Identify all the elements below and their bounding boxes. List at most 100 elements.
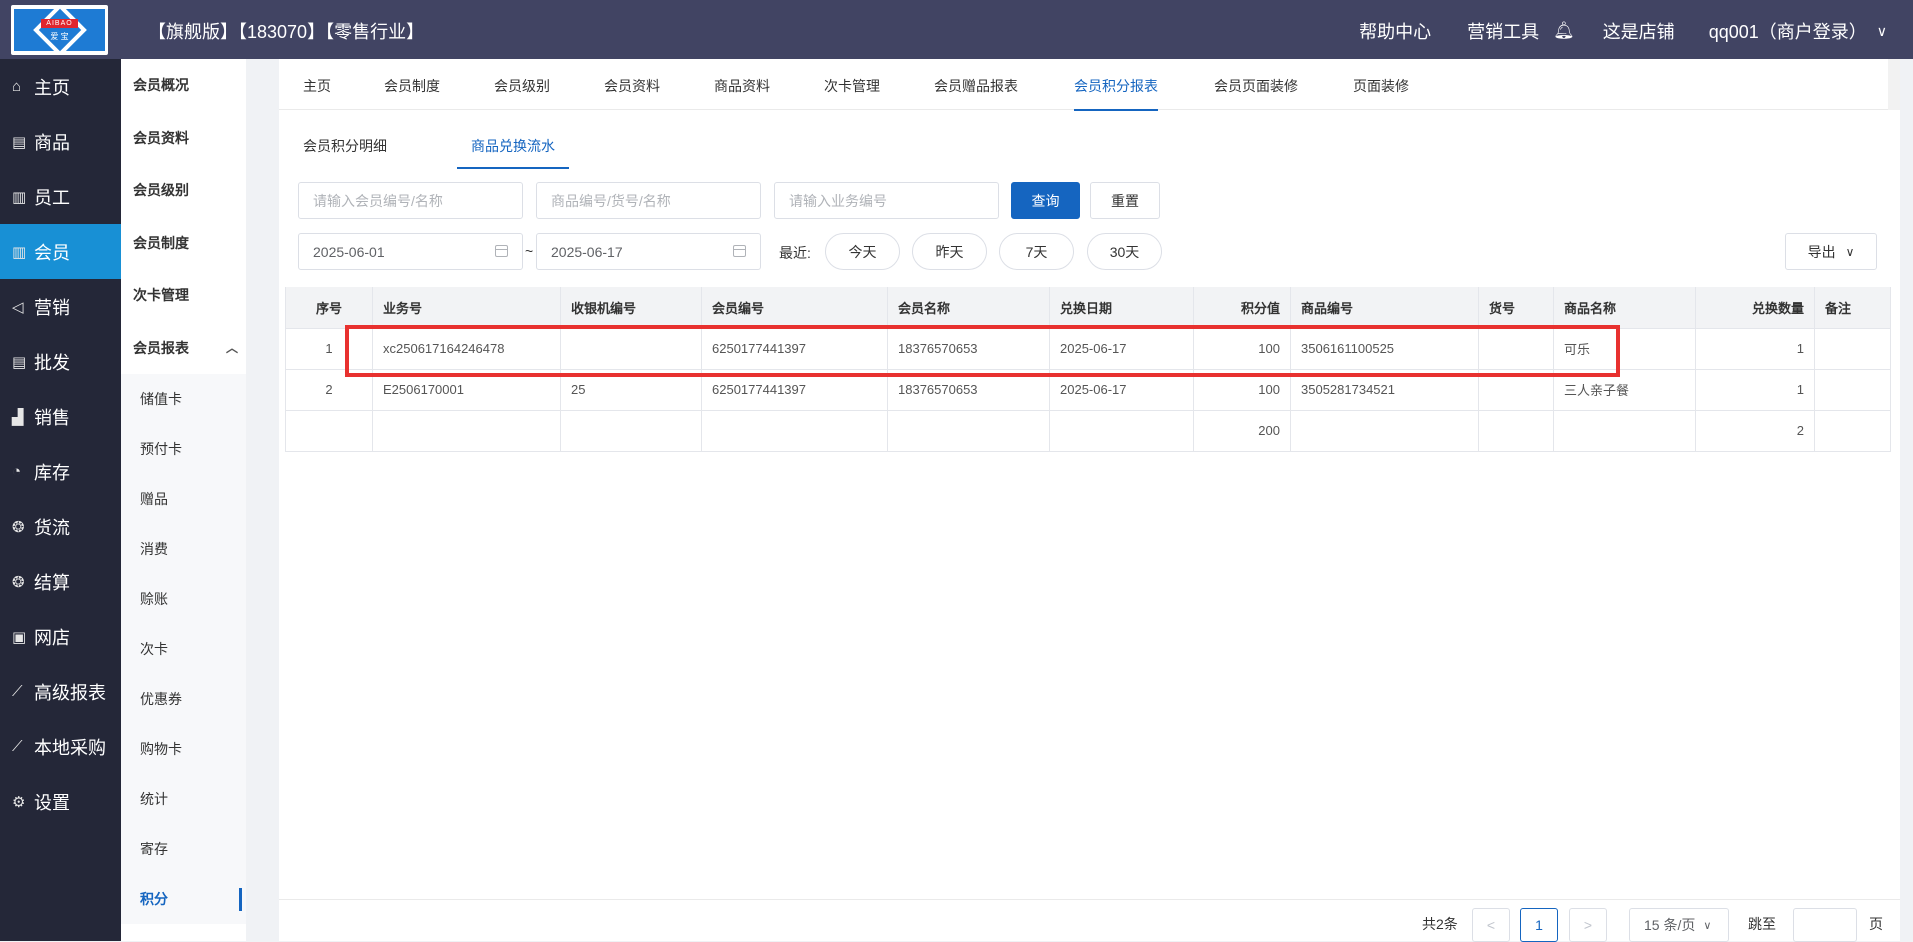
tab-points-detail[interactable]: 会员积分明细 bbox=[303, 136, 387, 156]
today-button[interactable]: 今天 bbox=[825, 233, 900, 270]
report-credit[interactable]: 赊账 bbox=[121, 574, 246, 624]
submenu-member-overview[interactable]: 会员概况 bbox=[121, 59, 246, 112]
report-stored-value-card[interactable]: 储值卡 bbox=[121, 374, 246, 424]
sidebar-item-goods[interactable]: ▤ 商品 bbox=[0, 114, 121, 169]
tab-member-points-report[interactable]: 会员积分报表 bbox=[1074, 76, 1158, 111]
date-from-input[interactable]: 2025-06-01 bbox=[298, 233, 523, 270]
report-coupon[interactable]: 优惠券 bbox=[121, 674, 246, 724]
tab-member-gift-report[interactable]: 会员赠品报表 bbox=[934, 76, 1018, 96]
report-deposit[interactable]: 寄存 bbox=[121, 824, 246, 874]
gear-icon: ⚙︎ bbox=[12, 793, 26, 811]
member-submenu: 会员概况 会员资料 会员级别 会员制度 次卡管理 会员报表 ︿ 储值卡 预付卡 赠… bbox=[121, 59, 246, 941]
sidebar-item-local-purchase[interactable]: ⟋ 本地采购 bbox=[0, 719, 121, 774]
total-cell bbox=[887, 410, 1050, 452]
report-points[interactable]: 积分 bbox=[121, 874, 246, 924]
sidebar-item-settlement[interactable]: ❂ 结算 bbox=[0, 554, 121, 609]
prev-page-button[interactable]: < bbox=[1472, 908, 1510, 942]
tab-goods-exchange-flow[interactable]: 商品兑换流水 bbox=[457, 136, 569, 169]
tab-page-design[interactable]: 页面装修 bbox=[1353, 76, 1409, 96]
bell-icon[interactable]: 🔔︎ bbox=[1553, 21, 1575, 41]
col-header: 收银机编号 bbox=[560, 287, 702, 329]
tab-scroll-control[interactable] bbox=[1888, 59, 1900, 110]
sidebar-item-sales[interactable]: ▟ 销售 bbox=[0, 389, 121, 444]
report-statistics[interactable]: 统计 bbox=[121, 774, 246, 824]
table-cell: 6250177441397 bbox=[701, 328, 888, 370]
report-gift[interactable]: 赠品 bbox=[121, 474, 246, 524]
page-number-button[interactable]: 1 bbox=[1520, 908, 1558, 942]
col-header: 业务号 bbox=[372, 287, 561, 329]
col-header: 兑换日期 bbox=[1049, 287, 1194, 329]
next-page-button[interactable]: > bbox=[1569, 908, 1607, 942]
seven-days-button[interactable]: 7天 bbox=[999, 233, 1074, 270]
table-row[interactable]: 2 E2506170001 25 6250177441397 183765706… bbox=[285, 369, 1891, 411]
sidebar-item-marketing[interactable]: ◁ 营销 bbox=[0, 279, 121, 334]
sidebar-item-settings[interactable]: ⚙︎ 设置 bbox=[0, 774, 121, 829]
report-consumption[interactable]: 消费 bbox=[121, 524, 246, 574]
goto-label: 跳至 bbox=[1748, 916, 1776, 932]
col-header: 商品名称 bbox=[1553, 287, 1696, 329]
main-content: 主页 会员制度 会员级别 会员资料 商品资料 次卡管理 会员赠品报表 会员积分报… bbox=[279, 59, 1900, 942]
submenu-member-profile[interactable]: 会员资料 bbox=[121, 112, 246, 165]
sidebar-item-staff[interactable]: ▥ 员工 bbox=[0, 169, 121, 224]
sidebar-item-home[interactable]: ⌂ 主页 bbox=[0, 59, 121, 114]
sidebar-item-wholesale[interactable]: ▤ 批发 bbox=[0, 334, 121, 389]
marketing-tools-link[interactable]: 营销工具 bbox=[1467, 18, 1539, 44]
sidebar-item-advanced-report[interactable]: ⟋ 高级报表 bbox=[0, 664, 121, 719]
tab-home[interactable]: 主页 bbox=[303, 76, 331, 96]
table-cell: xc250617164246478 bbox=[372, 328, 561, 370]
submenu-member-reports[interactable]: 会员报表 ︿ bbox=[121, 322, 246, 375]
sidebar-item-inventory[interactable]: ◔ 库存 bbox=[0, 444, 121, 499]
tab-goods-info[interactable]: 商品资料 bbox=[714, 76, 770, 96]
calendar-icon bbox=[733, 245, 746, 257]
submenu-member-policy[interactable]: 会员制度 bbox=[121, 217, 246, 270]
sidebar-item-member[interactable]: ▥ 会员 bbox=[0, 224, 121, 279]
table-cell: 100 bbox=[1193, 369, 1291, 411]
thirty-days-button[interactable]: 30天 bbox=[1087, 233, 1162, 270]
table-cell: 6250177441397 bbox=[701, 369, 888, 411]
business-number-input[interactable]: 请输入业务编号 bbox=[774, 182, 999, 219]
tab-times-card[interactable]: 次卡管理 bbox=[824, 76, 880, 96]
settle-icon: ❂ bbox=[12, 573, 25, 591]
report-times-card[interactable]: 次卡 bbox=[121, 624, 246, 674]
table-cell: 1 bbox=[285, 328, 373, 370]
tab-member-level[interactable]: 会员级别 bbox=[494, 76, 550, 96]
goto-page-input[interactable] bbox=[1793, 908, 1857, 942]
table-row[interactable]: 1 xc250617164246478 6250177441397 183765… bbox=[285, 328, 1891, 370]
total-cell bbox=[1290, 410, 1479, 452]
chevron-down-icon[interactable]: ∨ bbox=[1877, 23, 1887, 40]
user-menu[interactable]: qq001（商户登录） bbox=[1709, 18, 1867, 44]
col-header: 会员名称 bbox=[887, 287, 1050, 329]
report-shopping-card[interactable]: 购物卡 bbox=[121, 724, 246, 774]
edition-info: 【旗舰版】【183070】【零售行业】 bbox=[148, 22, 425, 42]
page-size-select[interactable]: 15 条/页 ∨ bbox=[1629, 908, 1729, 942]
total-cell bbox=[1814, 410, 1891, 452]
chevron-down-icon: ∨ bbox=[1703, 919, 1712, 932]
date-to-input[interactable]: 2025-06-17 bbox=[536, 233, 761, 270]
submenu-member-level[interactable]: 会员级别 bbox=[121, 164, 246, 217]
table-cell: 3505281734521 bbox=[1290, 369, 1479, 411]
table-cell: E2506170001 bbox=[372, 369, 561, 411]
reset-button[interactable]: 重置 bbox=[1090, 182, 1160, 219]
submenu-times-card[interactable]: 次卡管理 bbox=[121, 269, 246, 322]
report-prepaid-card[interactable]: 预付卡 bbox=[121, 424, 246, 474]
table-cell: 3506161100525 bbox=[1290, 328, 1479, 370]
top-nav: 帮助中心 营销工具 🔔︎ 这是店铺 qq001（商户登录） ∨ bbox=[1359, 18, 1887, 44]
goods-search-input[interactable]: 商品编号/货号/名称 bbox=[536, 182, 761, 219]
export-button[interactable]: 导出 ∨ bbox=[1785, 233, 1877, 270]
table-cell: 可乐 bbox=[1553, 328, 1696, 370]
tab-member-policy[interactable]: 会员制度 bbox=[384, 76, 440, 96]
yesterday-button[interactable]: 昨天 bbox=[912, 233, 987, 270]
sub-tabs: 会员积分明细 商品兑换流水 bbox=[279, 120, 1900, 172]
member-reports-children: 储值卡 预付卡 赠品 消费 赊账 次卡 优惠券 购物卡 统计 寄存 积分 bbox=[121, 374, 246, 924]
my-shop-link[interactable]: 这是店铺 bbox=[1603, 18, 1675, 44]
member-search-input[interactable]: 请输入会员编号/名称 bbox=[298, 182, 523, 219]
recent-label: 最近: bbox=[779, 245, 811, 261]
tab-member-page-design[interactable]: 会员页面装修 bbox=[1214, 76, 1298, 96]
query-button[interactable]: 查询 bbox=[1011, 182, 1080, 219]
sidebar-item-webshop[interactable]: ▣ 网店 bbox=[0, 609, 121, 664]
help-center-link[interactable]: 帮助中心 bbox=[1359, 18, 1431, 44]
tab-member-profile[interactable]: 会员资料 bbox=[604, 76, 660, 96]
gift-icon: ▣ bbox=[12, 628, 27, 646]
aibao-logo[interactable]: AIBAO 爱 宝 bbox=[11, 5, 108, 55]
sidebar-item-logistics[interactable]: ❂ 货流 bbox=[0, 499, 121, 554]
